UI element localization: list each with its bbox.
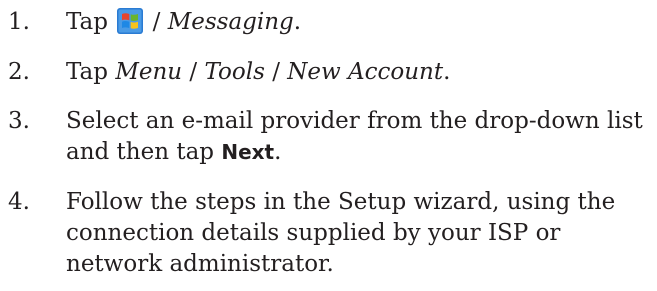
step-text-segment: . (274, 139, 282, 165)
step-text-segment: / (264, 59, 288, 85)
step-text-segment: . (443, 59, 451, 85)
step-number: 1. (8, 9, 30, 35)
step-text: Follow the steps in the Setup wizard, us… (66, 189, 616, 277)
step-text-segment: Tap (66, 59, 116, 85)
step-text: Tap Menu / Tools / New Account. (66, 57, 651, 88)
windows-start-icon (117, 8, 144, 34)
step-text-segment: Tap (66, 9, 116, 35)
step-text-segment: / (152, 9, 168, 35)
step-text-segment: . (293, 9, 302, 35)
menu-path-new-account: New Account (287, 59, 444, 85)
step-number: 4. (8, 189, 30, 215)
step-text-segment: / (182, 59, 205, 85)
step-number: 3. (8, 108, 30, 134)
next-button-label: Next (221, 140, 275, 164)
step-text-segment: Select an e-mail provider from the drop-… (66, 108, 643, 165)
menu-path-menu: Menu (115, 59, 183, 85)
instructions-page: { "steps": [ { "number": "1.", "segments… (0, 0, 657, 291)
menu-path-messaging: Messaging (167, 9, 294, 35)
menu-path-tools: Tools (204, 59, 265, 85)
step-text: Select an e-mail provider from the drop-… (66, 106, 651, 168)
step-number: 2. (8, 59, 30, 85)
step-text: Tap / Messaging. (66, 7, 651, 38)
